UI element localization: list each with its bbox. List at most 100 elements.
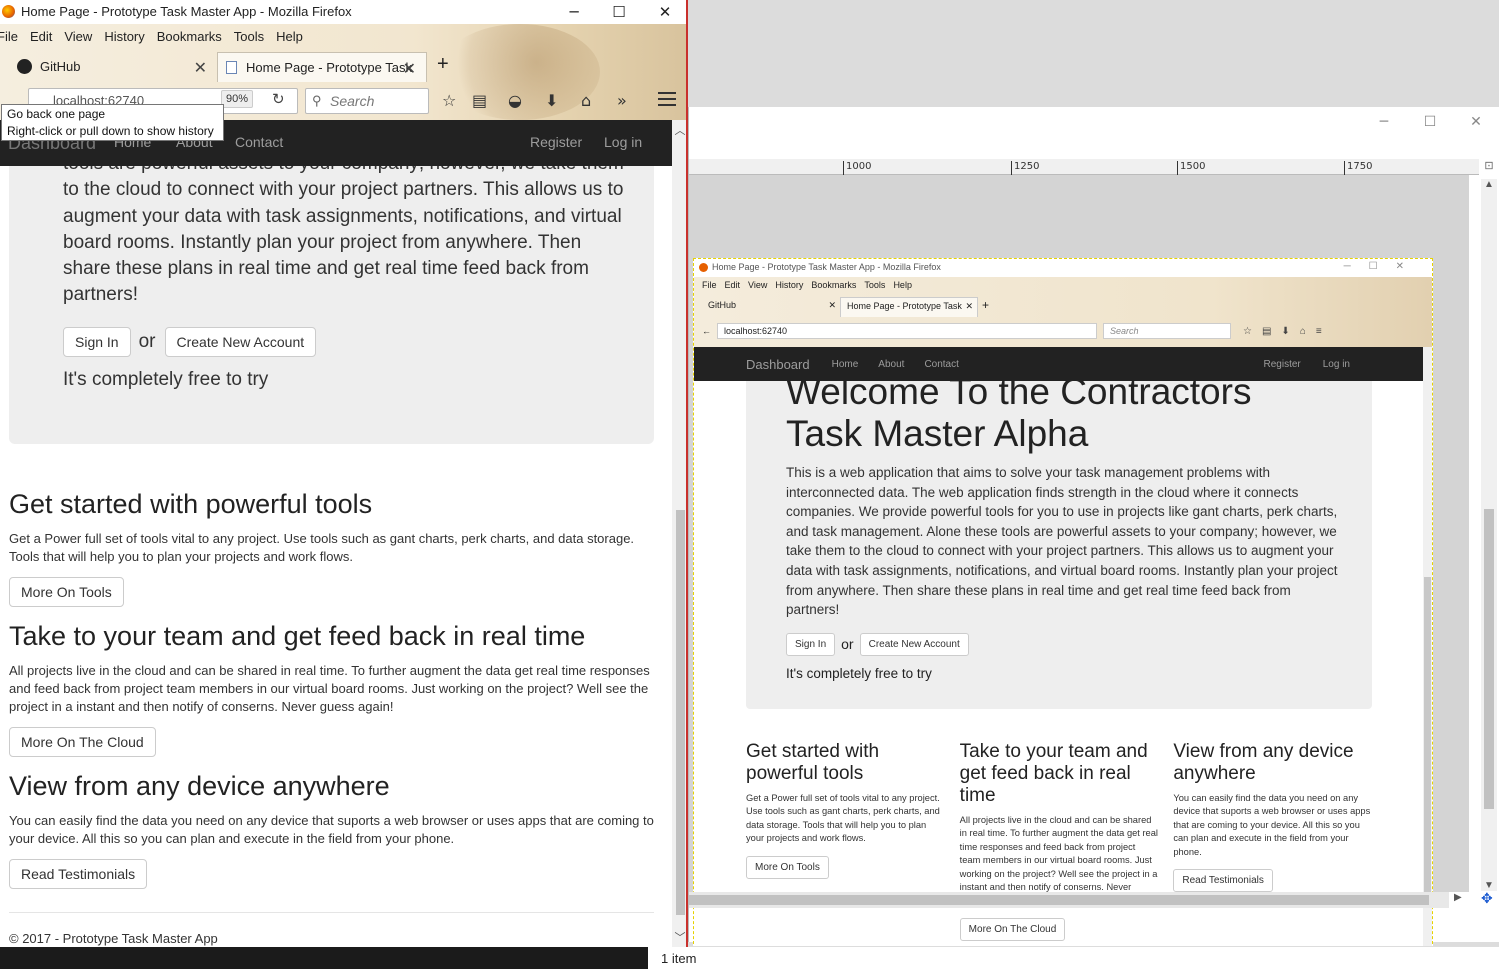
embed-tab-close-icon: ✕ xyxy=(965,301,973,311)
editor-horizontal-scrollbar[interactable] xyxy=(689,892,1449,908)
embed-menu-item: View xyxy=(748,280,768,290)
embed-menu-item: File xyxy=(702,280,717,290)
editor-minimize-button[interactable]: ─ xyxy=(1361,107,1407,137)
embed-jumbotron-lead: This is a web application that aims to s… xyxy=(786,465,1338,618)
ruler-mark: 1750 xyxy=(1344,161,1372,175)
free-trial-text: It's completely free to try xyxy=(63,369,269,390)
move-icon[interactable]: ✥ xyxy=(1481,890,1493,907)
editor-vertical-scrollbar[interactable]: ▲ ▼ xyxy=(1481,179,1497,891)
menu-help[interactable]: Help xyxy=(276,29,303,44)
menu-history[interactable]: History xyxy=(104,29,144,44)
tab-strip: GitHub ✕ Home Page - Prototype Task ✕ xyxy=(0,52,427,82)
embed-home-icon: ⌂ xyxy=(1299,325,1306,337)
embed-url-bar: localhost:62740 xyxy=(717,323,1097,339)
tab-label: GitHub xyxy=(40,59,81,74)
editor-hscroll-thumb[interactable] xyxy=(689,895,1429,905)
home-icon[interactable]: ⌂ xyxy=(581,91,591,110)
taskbar-strip xyxy=(0,947,648,969)
image-editor-window: ─ ☐ ✕ 1000 1250 1500 1750 ⊡ Home Page - … xyxy=(688,107,1499,964)
embed-menu-item: Tools xyxy=(864,280,886,290)
menu-file[interactable]: File xyxy=(0,29,18,44)
embed-nav-login: Log in xyxy=(1322,358,1350,370)
overflow-chevron-icon[interactable]: » xyxy=(617,91,627,110)
menubar: File Edit View History Bookmarks Tools H… xyxy=(0,29,315,44)
menu-tools[interactable]: Tools xyxy=(234,29,264,44)
embed-toolbar-icons: ☆ ▤ ⬇ ⌂ ≡ xyxy=(1243,326,1322,337)
embed-menu-item: History xyxy=(775,280,804,290)
menu-bookmarks[interactable]: Bookmarks xyxy=(157,29,222,44)
scroll-up-icon[interactable]: ︿ xyxy=(672,122,686,138)
sign-in-button[interactable]: Sign In xyxy=(63,327,131,357)
scroll-up-icon[interactable]: ▲ xyxy=(1481,179,1497,190)
embed-menubar: File Edit View History Bookmarks Tools H… xyxy=(694,277,1432,290)
editor-canvas[interactable]: Home Page - Prototype Task Master App - … xyxy=(689,175,1469,964)
download-icon[interactable]: ⬇ xyxy=(545,91,558,110)
nav-link-login[interactable]: Log in xyxy=(604,134,642,150)
embed-feature-col: View from any device anywhere You can ea… xyxy=(1173,741,1372,941)
more-on-tools-button[interactable]: More On Tools xyxy=(9,577,124,607)
ruler-mark: 1000 xyxy=(843,161,871,175)
embed-feature-columns: Get started with powerful tools Get a Po… xyxy=(746,741,1372,941)
editor-window-controls: ─ ☐ ✕ xyxy=(1361,107,1499,137)
embed-more-cloud-button: More On The Cloud xyxy=(959,917,1066,941)
back-button-tooltip: Go back one page Right-click or pull dow… xyxy=(1,104,224,141)
embed-page-content: Welcome To the Contractors Task Master A… xyxy=(694,371,1424,961)
embed-new-tab-icon: + xyxy=(982,298,990,312)
embed-titlebar: Home Page - Prototype Task Master App - … xyxy=(694,259,1432,277)
minimize-button[interactable]: ─ xyxy=(551,0,597,24)
github-icon xyxy=(17,59,32,74)
bookmark-star-icon[interactable]: ☆ xyxy=(442,91,456,110)
read-testimonials-button[interactable]: Read Testimonials xyxy=(9,859,148,889)
editor-close-button[interactable]: ✕ xyxy=(1453,107,1499,137)
jumbotron-actions: Sign In or Create New Account xyxy=(63,327,317,357)
close-button[interactable]: ✕ xyxy=(642,0,686,24)
embed-feature-title: View from any device anywhere xyxy=(1173,741,1354,784)
embed-free-text: It's completely free to try xyxy=(786,665,932,681)
embed-window-title: Home Page - Prototype Task Master App - … xyxy=(712,262,941,272)
zoom-indicator[interactable]: 90% xyxy=(221,90,254,108)
feature-text: Get a Power full set of tools vital to a… xyxy=(9,531,635,564)
embed-nav-link: About xyxy=(878,358,905,370)
titlebar: Home Page - Prototype Task Master App - … xyxy=(0,0,686,24)
embed-feature-col: Get started with powerful tools Get a Po… xyxy=(746,741,945,941)
embed-feature-title: Get started with powerful tools xyxy=(746,741,880,784)
hamburger-menu-icon[interactable] xyxy=(658,92,676,110)
tab-close-icon[interactable]: ✕ xyxy=(403,59,416,79)
scroll-down-icon[interactable]: ﹀ xyxy=(672,929,686,945)
page-scrollbar[interactable]: ︿ ﹀ xyxy=(672,120,686,947)
menu-view[interactable]: View xyxy=(64,29,92,44)
page-scroll-thumb[interactable] xyxy=(676,510,685,915)
library-icon[interactable]: ▤ xyxy=(472,91,487,110)
editor-vscroll-thumb[interactable] xyxy=(1484,509,1494,809)
tab-home-page[interactable]: Home Page - Prototype Task ✕ xyxy=(217,52,427,82)
tab-github[interactable]: GitHub ✕ xyxy=(0,52,217,82)
search-input[interactable]: ⚲ Search xyxy=(305,88,429,114)
embed-back-icon: ← xyxy=(702,326,711,336)
reload-icon[interactable]: ↻ xyxy=(272,90,285,108)
page-icon xyxy=(226,61,237,74)
new-tab-button[interactable]: + xyxy=(437,53,449,76)
embedded-screenshot: Home Page - Prototype Task Master App - … xyxy=(693,258,1433,964)
window-title: Home Page - Prototype Task Master App - … xyxy=(21,4,352,19)
pocket-icon[interactable]: ◒ xyxy=(508,91,522,110)
tab-label: Home Page - Prototype Task xyxy=(246,60,412,75)
editor-maximize-button[interactable]: ☐ xyxy=(1407,107,1453,137)
embed-menu-item: Bookmarks xyxy=(811,280,857,290)
zoom-fit-icon[interactable]: ⊡ xyxy=(1481,159,1497,175)
feature-text: You can easily find the data you need on… xyxy=(9,813,654,846)
create-account-button[interactable]: Create New Account xyxy=(164,327,317,357)
nav-link-register[interactable]: Register xyxy=(530,134,582,150)
embed-brand: Dashboard xyxy=(746,356,810,372)
scroll-right-icon[interactable]: ▶ xyxy=(1454,892,1462,903)
footer-divider xyxy=(9,912,654,913)
tab-close-icon[interactable]: ✕ xyxy=(194,58,207,78)
embed-download-icon: ⬇ xyxy=(1281,325,1290,337)
more-on-cloud-button[interactable]: More On The Cloud xyxy=(9,727,156,757)
maximize-button[interactable]: ☐ xyxy=(596,0,642,24)
embed-nav-register: Register xyxy=(1263,358,1301,370)
ruler-mark: 1500 xyxy=(1177,161,1205,175)
embed-feature-text: Get a Power full set of tools vital to a… xyxy=(746,793,940,844)
nav-link-contact[interactable]: Contact xyxy=(235,134,283,150)
embed-menu-item: Help xyxy=(893,280,912,290)
menu-edit[interactable]: Edit xyxy=(30,29,52,44)
